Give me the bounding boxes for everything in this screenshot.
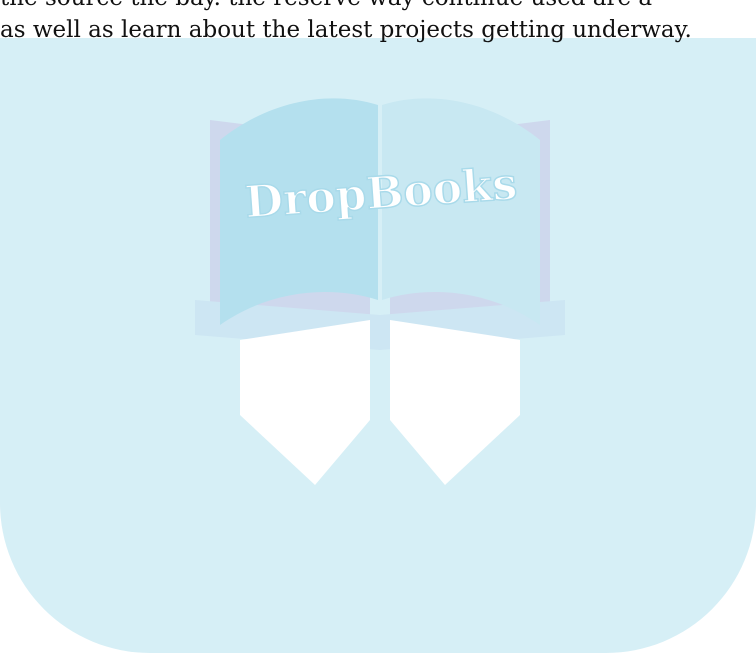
dropbooks-watermark-logo: DropBooks — [195, 98, 565, 485]
book-ribbon-left — [240, 320, 370, 485]
document-page: DropBooks the source the bay. the reserv… — [0, 0, 756, 653]
body-text-line: as well as learn about the latest projec… — [0, 17, 692, 43]
book-ribbon-right — [390, 320, 520, 485]
body-text-line-partial: the source the bay. the reserve way cont… — [0, 0, 652, 10]
